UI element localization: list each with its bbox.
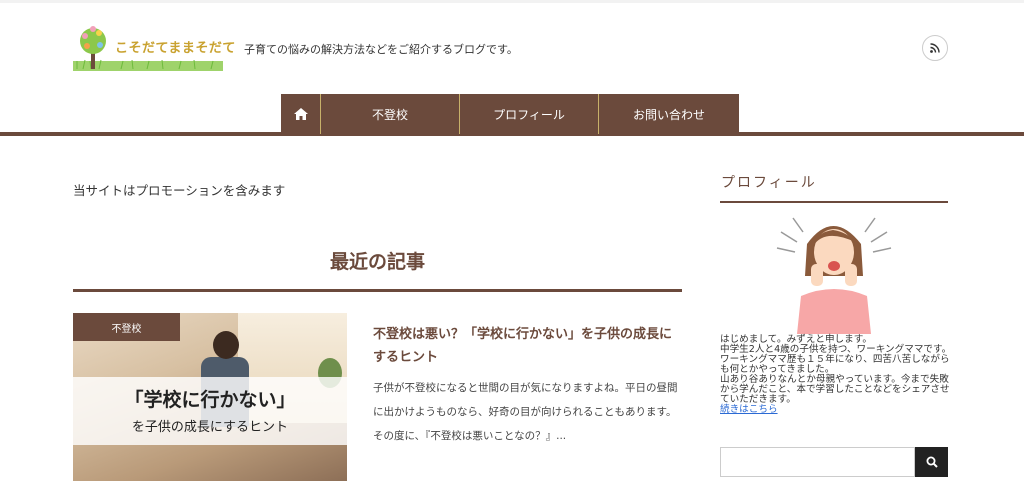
main-nav: 不登校 プロフィール お問い合わせ [281, 94, 739, 134]
post-excerpt: 子供が不登校になると世間の目が気になりますよね。平日の昼間に出かけようものなら、… [373, 382, 678, 442]
thumbnail-child-head [213, 331, 239, 359]
profile-text: はじめまして。みずえと申します。 中学生2人と4歳の子供を持つ、ワーキングママで… [720, 335, 952, 415]
home-icon [293, 108, 308, 120]
post-title[interactable]: 不登校は悪い？「学校に行かない」を子供の成長にするヒント [373, 323, 683, 369]
sidebar-divider [720, 201, 948, 203]
search-input[interactable] [720, 447, 915, 477]
profile-line: 山あり谷ありなんとか母親やっています。今まで失敗から学んだこと、本で学習したこと… [720, 374, 950, 405]
rss-icon [930, 43, 940, 53]
post-thumbnail[interactable]: 「学校に行かない」 を子供の成長にするヒント 不登校 [73, 313, 347, 481]
search-button[interactable] [915, 447, 948, 477]
thumbnail-subtitle: を子供の成長にするヒント [131, 420, 289, 435]
nav-item-futoko[interactable]: 不登校 [321, 94, 460, 134]
site-logo[interactable]: こそだてままそだて [73, 25, 235, 73]
search-icon [926, 456, 938, 468]
site-tagline: 子育ての悩みの解決方法などをご紹介するブログです。 [244, 43, 518, 56]
profile-avatar [775, 212, 893, 334]
nav-item-contact[interactable]: お問い合わせ [599, 94, 739, 134]
section-title: 最近の記事 [329, 251, 425, 273]
rss-button[interactable] [922, 35, 948, 61]
category-badge[interactable]: 不登校 [73, 313, 180, 341]
profile-line: ワーキングママ歴も１５年になり、四苦八苦しながらも何とかやってきました。 [720, 354, 950, 375]
thumbnail-title: 「学校に行かない」 [124, 389, 296, 411]
search-form [720, 447, 948, 477]
nav-home[interactable] [281, 94, 321, 134]
logo-text: こそだてままそだて [115, 41, 236, 56]
sidebar-profile-title: プロフィール [721, 175, 817, 191]
top-border [0, 0, 1024, 3]
promo-notice: 当サイトはプロモーションを含みます [73, 183, 286, 198]
profile-read-more-link[interactable]: 続きはこちら [720, 404, 778, 415]
nav-item-profile[interactable]: プロフィール [460, 94, 599, 134]
section-divider [73, 289, 682, 292]
